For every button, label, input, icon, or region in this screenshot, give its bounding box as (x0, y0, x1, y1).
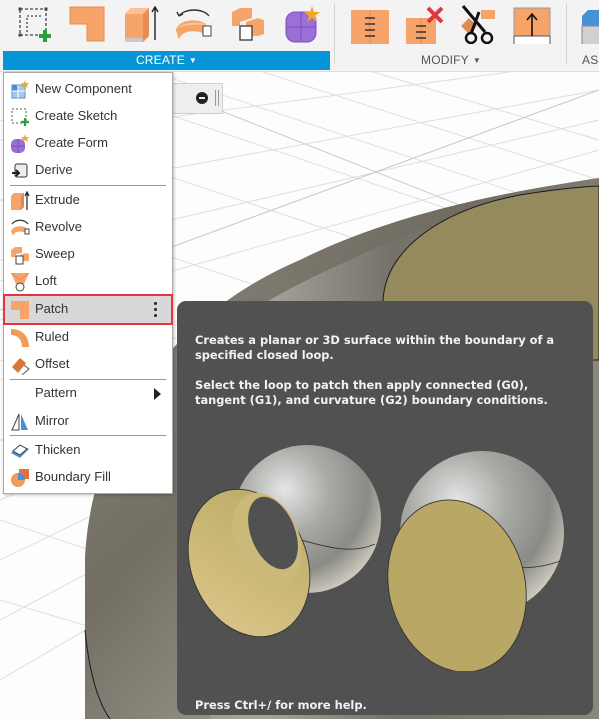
browser-panel-collapsed (172, 83, 223, 114)
mirror-icon (10, 412, 30, 432)
menu-divider (10, 435, 166, 436)
menu-item-label: Offset (35, 356, 70, 371)
menu-item-label: Revolve (35, 219, 82, 234)
assemble-icon[interactable] (580, 4, 599, 47)
menu-item-patch[interactable]: Patch (3, 294, 173, 325)
menu-item-label: New Component (35, 81, 132, 96)
patch-icon[interactable] (67, 4, 107, 44)
sweep-icon[interactable] (226, 4, 266, 44)
press-pull-icon[interactable] (349, 4, 389, 48)
extend-icon[interactable] (512, 4, 552, 47)
delete-face-icon[interactable] (404, 4, 444, 48)
assemble-group: AS (572, 0, 599, 71)
menu-item-ruled[interactable]: Ruled (5, 324, 171, 351)
create-label: CREATE (135, 53, 185, 67)
menu-item-label: Create Sketch (35, 108, 118, 123)
menu-item-mirror[interactable]: Mirror (5, 408, 171, 435)
submenu-arrow-icon (154, 388, 161, 400)
tooltip-description: Creates a planar or 3D surface within th… (195, 333, 555, 362)
trim-icon[interactable] (457, 4, 497, 45)
sweep-icon (10, 245, 30, 265)
menu-item-revolve[interactable]: Revolve (5, 214, 171, 241)
assemble-dropdown-button[interactable]: AS (572, 51, 599, 70)
caret-down-icon: ▼ (472, 56, 481, 65)
modify-dropdown-button[interactable]: MODIFY ▼ (337, 51, 565, 70)
extrude-icon[interactable] (121, 4, 161, 44)
tooltip-help-hint: Press Ctrl+/ for more help. (195, 698, 367, 712)
ruled-icon (10, 328, 30, 348)
new-component-icon (10, 80, 30, 100)
revolve-icon[interactable] (173, 4, 213, 44)
menu-item-label: Derive (35, 162, 73, 177)
menu-item-sweep[interactable]: Sweep (5, 241, 171, 268)
menu-item-loft[interactable]: Loft (5, 268, 171, 295)
more-options-icon[interactable] (154, 302, 157, 317)
menu-item-label: Patch (35, 301, 69, 316)
menu-item-label: Loft (35, 273, 57, 288)
menu-item-label: Mirror (35, 413, 69, 428)
menu-item-label: Thicken (35, 442, 81, 457)
menu-item-thicken[interactable]: Thicken (5, 437, 171, 464)
patch-icon (10, 300, 30, 320)
create-dropdown-menu: New Component Create Sketch Create Form (3, 72, 173, 494)
create-sketch-icon (10, 107, 30, 127)
menu-item-create-form[interactable]: Create Form (5, 130, 171, 157)
patch-example-illustration (187, 445, 564, 671)
open-loop-example (187, 445, 381, 638)
loft-icon (10, 272, 30, 292)
menu-item-label: Extrude (35, 192, 80, 207)
toolbar-divider (334, 4, 335, 64)
menu-item-label: Sweep (35, 246, 75, 261)
toolbar-divider (566, 4, 567, 64)
menu-item-offset[interactable]: Offset (5, 351, 171, 378)
patched-loop-example (387, 451, 564, 671)
patch-tooltip: Creates a planar or 3D surface within th… (177, 301, 593, 715)
create-form-icon[interactable] (281, 4, 321, 44)
menu-item-label: Boundary Fill (35, 469, 111, 484)
derive-icon (10, 161, 30, 181)
modify-group: MODIFY ▼ (337, 0, 565, 71)
extrude-icon (10, 190, 30, 211)
revolve-icon (10, 218, 30, 238)
boundary-fill-icon (10, 468, 30, 488)
create-form-icon (10, 134, 30, 154)
collapse-icon[interactable] (196, 92, 208, 104)
toolbar: CREATE ▼ MODIFY ▼ AS (0, 0, 599, 72)
menu-item-label: Pattern (35, 385, 77, 400)
assemble-label: AS (582, 53, 599, 67)
menu-item-new-component[interactable]: New Component (5, 76, 171, 103)
create-group: CREATE ▼ (3, 0, 330, 71)
menu-item-pattern[interactable]: Pattern (5, 380, 171, 407)
menu-item-boundary-fill[interactable]: Boundary Fill (5, 464, 171, 491)
thicken-icon (10, 441, 30, 461)
menu-item-extrude[interactable]: Extrude (5, 187, 171, 214)
offset-icon (10, 355, 30, 376)
create-dropdown-button[interactable]: CREATE ▼ (3, 51, 330, 70)
modify-label: MODIFY (421, 53, 469, 67)
tooltip-detail: Select the loop to patch then apply conn… (195, 378, 548, 407)
create-sketch-icon[interactable] (15, 4, 55, 44)
drag-handle[interactable] (215, 90, 219, 106)
menu-item-create-sketch[interactable]: Create Sketch (5, 103, 171, 130)
menu-item-derive[interactable]: Derive (5, 157, 171, 184)
menu-item-label: Ruled (35, 329, 69, 344)
caret-down-icon: ▼ (188, 56, 198, 65)
menu-divider (10, 185, 166, 186)
menu-item-label: Create Form (35, 135, 108, 150)
